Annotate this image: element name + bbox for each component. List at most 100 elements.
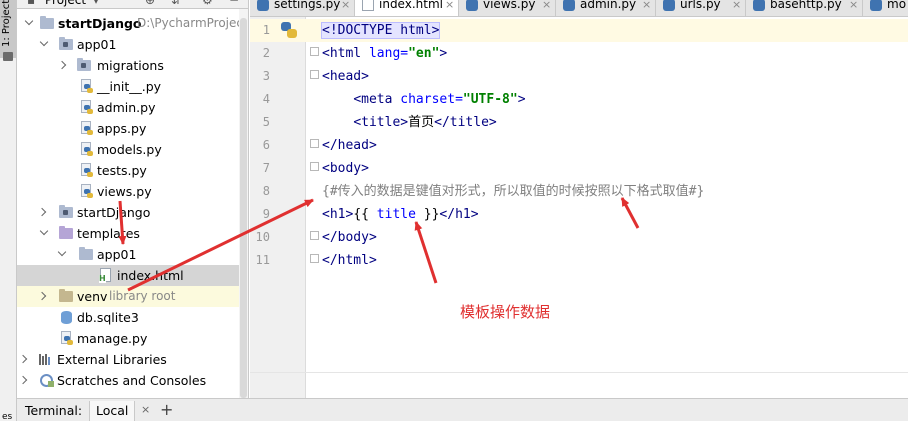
python-file-icon xyxy=(79,163,93,178)
chevron-down-icon[interactable] xyxy=(57,247,67,257)
tree-label: db.sqlite3 xyxy=(77,310,139,325)
close-icon[interactable]: × xyxy=(445,0,454,16)
tab-label: admin.py xyxy=(580,0,637,11)
close-icon[interactable]: × xyxy=(141,403,150,416)
tree-row-external-libraries[interactable]: External Libraries xyxy=(17,349,241,370)
tree-row-venv[interactable]: venv library root xyxy=(17,286,241,307)
code-token: </title> xyxy=(434,115,497,130)
fold-marker-icon[interactable] xyxy=(310,139,319,148)
line-number: 4 xyxy=(262,92,270,106)
close-icon[interactable]: × xyxy=(341,0,350,16)
tree-row-views-py[interactable]: views.py xyxy=(17,181,241,202)
editor-tab-bar: settings.py × index.html × views.py × ad… xyxy=(250,0,908,17)
fold-marker-icon[interactable] xyxy=(310,47,319,56)
code-token: <body> xyxy=(322,161,369,176)
line-number: 5 xyxy=(262,115,270,129)
terminal-label: Terminal: xyxy=(25,403,83,418)
python-file-icon xyxy=(870,0,882,11)
terminal-tab-local[interactable]: Local xyxy=(89,401,136,421)
bottom-stripe-label[interactable]: es xyxy=(2,412,12,421)
code-token: </h1> xyxy=(439,207,479,222)
tree-row-app01[interactable]: app01 xyxy=(17,34,241,55)
tab-admin-py[interactable]: admin.py × xyxy=(556,0,656,16)
fold-marker-icon[interactable] xyxy=(310,254,319,263)
close-icon[interactable]: × xyxy=(849,0,858,16)
line-number: 11 xyxy=(255,253,270,267)
chevron-right-icon[interactable] xyxy=(37,291,47,301)
add-tab-icon[interactable]: + xyxy=(160,400,173,419)
locate-icon[interactable]: ⊕ xyxy=(145,0,155,8)
tab-label: mo xyxy=(887,0,907,11)
fold-marker-icon[interactable] xyxy=(310,70,319,79)
tree-row-migrations[interactable]: migrations xyxy=(17,55,241,76)
chevron-right-icon[interactable] xyxy=(37,207,47,217)
tab-views-py[interactable]: views.py × xyxy=(459,0,556,16)
tab-urls-py[interactable]: urls.py × xyxy=(656,0,746,16)
dropdown-icon[interactable]: ▾ xyxy=(93,0,99,8)
chevron-right-icon[interactable] xyxy=(57,60,67,70)
tree-scrollbar-thumb[interactable] xyxy=(240,18,247,398)
tree-scrollbar[interactable] xyxy=(239,9,248,398)
tree-row-scratches[interactable]: Scratches and Consoles xyxy=(17,370,241,391)
chevron-down-icon[interactable] xyxy=(39,37,49,47)
project-panel-title[interactable]: Project xyxy=(45,0,86,9)
tree-label: app01 xyxy=(97,247,137,262)
fold-marker-icon[interactable] xyxy=(310,231,319,240)
scratches-icon xyxy=(40,374,54,387)
tree-row-init-py[interactable]: __init__.py xyxy=(17,76,241,97)
close-icon[interactable]: × xyxy=(732,0,741,16)
code-token: 首页 xyxy=(408,115,435,130)
python-icon xyxy=(281,22,297,38)
package-folder-icon xyxy=(59,205,73,218)
tree-row-templates[interactable]: templates xyxy=(17,223,241,244)
tree-row-apps-py[interactable]: apps.py xyxy=(17,118,241,139)
tab-settings-py[interactable]: settings.py × xyxy=(250,0,355,16)
python-file-icon xyxy=(753,0,765,11)
tree-label: apps.py xyxy=(97,121,147,136)
code-line-8: {#传入的数据是键值对形式，所以取值的时候按照以下格式取值#} xyxy=(322,180,704,203)
tree-row-project-root[interactable]: startDjango D:\PycharmProjects xyxy=(17,13,248,34)
tree-row-manage-py[interactable]: manage.py xyxy=(17,328,241,349)
tree-row-models-py[interactable]: models.py xyxy=(17,139,241,160)
code-token: lang xyxy=(368,46,401,61)
tab-basehttp-py[interactable]: basehttp.py × xyxy=(746,0,863,16)
code-token: </head> xyxy=(322,138,377,153)
html-file-icon: H xyxy=(99,268,113,283)
tree-row-db-sqlite3[interactable]: db.sqlite3 xyxy=(17,307,241,328)
template-variable: title xyxy=(376,207,416,222)
gear-icon[interactable]: ⚙ xyxy=(202,0,213,8)
tree-label: templates xyxy=(77,226,140,241)
tree-row-tests-py[interactable]: tests.py xyxy=(17,160,241,181)
tree-row-admin-py[interactable]: admin.py xyxy=(17,97,241,118)
tree-row-templates-app01[interactable]: app01 xyxy=(17,244,241,265)
chevron-down-icon[interactable] xyxy=(24,16,34,26)
tree-row-index-html[interactable]: H index.html xyxy=(17,265,241,286)
python-file-icon xyxy=(59,331,73,346)
html-file-icon xyxy=(362,0,374,11)
chevron-right-icon[interactable] xyxy=(18,375,28,385)
close-icon[interactable]: × xyxy=(642,0,651,16)
collapse-all-icon[interactable]: ⇵ xyxy=(171,0,181,8)
hide-panel-icon[interactable]: − xyxy=(229,0,239,8)
code-line-3: <head> xyxy=(322,65,369,88)
code-token: {{ xyxy=(353,207,377,222)
tree-label: views.py xyxy=(97,184,152,199)
tab-index-html[interactable]: index.html × xyxy=(355,0,459,16)
python-file-icon xyxy=(79,142,93,157)
chevron-down-icon[interactable] xyxy=(39,226,49,236)
tree-label: venv xyxy=(77,289,108,304)
code-token: = xyxy=(455,92,463,107)
code-token: <head> xyxy=(322,69,369,84)
tree-row-startdjango-pkg[interactable]: startDjango xyxy=(17,202,241,223)
code-token: "en" xyxy=(408,46,440,61)
tab-mo-truncated[interactable]: mo xyxy=(863,0,908,16)
close-icon[interactable]: × xyxy=(542,0,551,16)
fold-marker-icon[interactable] xyxy=(310,162,319,171)
tree-label: migrations xyxy=(97,58,164,73)
project-stripe-tab[interactable]: 1: Project xyxy=(0,0,16,58)
chevron-right-icon[interactable] xyxy=(18,354,28,364)
annotation-label: 模板操作数据 xyxy=(460,303,551,321)
folder-stripe-icon[interactable] xyxy=(3,52,13,61)
line-number: 10 xyxy=(255,230,270,244)
template-comment: {#传入的数据是键值对形式，所以取值的时候按照以下格式取值#} xyxy=(322,184,705,199)
